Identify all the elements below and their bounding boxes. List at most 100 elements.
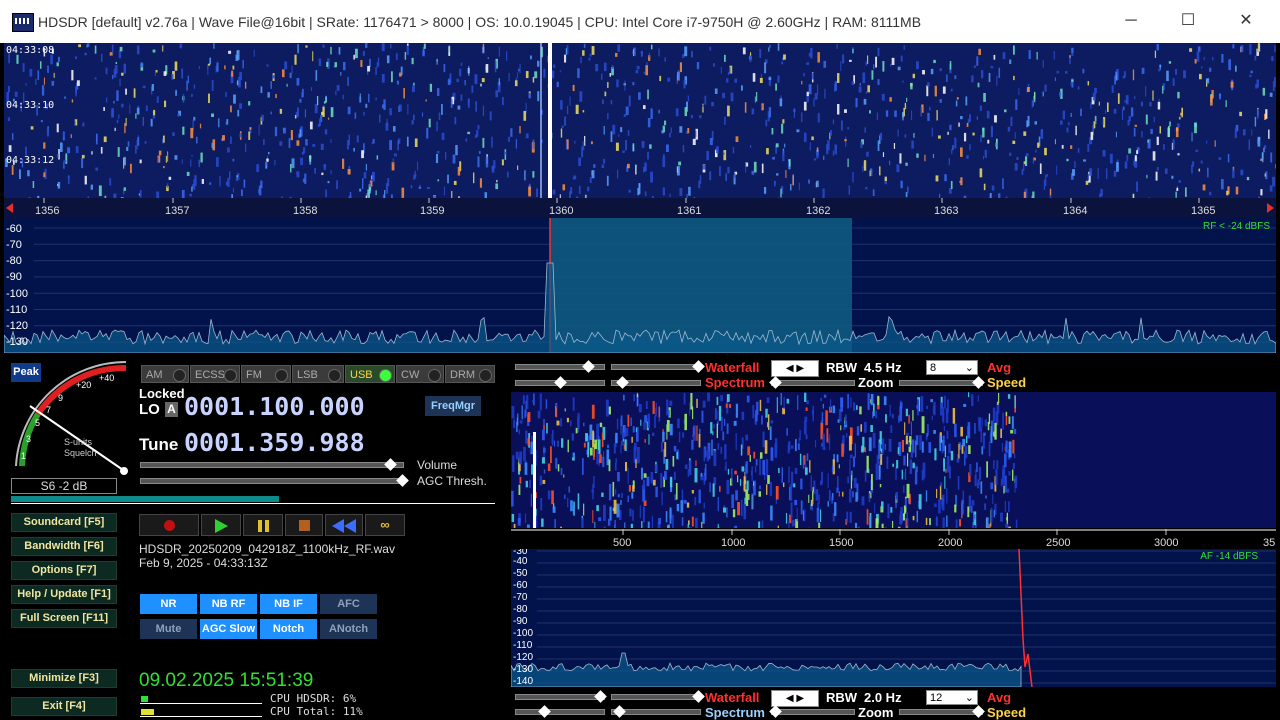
af-speed-slider[interactable] — [899, 709, 983, 715]
maximize-window-button[interactable]: ☐ — [1165, 6, 1211, 36]
mode-usb-button[interactable]: USB — [345, 365, 395, 383]
s-meter-reading: S6 -2 dB — [11, 478, 117, 494]
af-avg-label: Avg — [987, 690, 1012, 705]
mode-cw-button[interactable]: CW — [396, 365, 444, 383]
squelch-caption: Squelch — [64, 448, 97, 458]
agc-slow-button[interactable]: AGC Slow — [200, 619, 257, 639]
record-button[interactable] — [139, 514, 199, 536]
volume-slider[interactable] — [140, 462, 404, 468]
af-avg-select[interactable]: 12 ⌄ — [926, 690, 978, 705]
minimize-window-button[interactable]: ─ — [1108, 6, 1154, 36]
af-db-label: -70 — [513, 592, 528, 603]
bandwidth-button[interactable]: Bandwidth [F6] — [11, 537, 117, 556]
avg-select[interactable]: 8 ⌄ — [926, 360, 978, 375]
slider-knob[interactable] — [616, 376, 629, 389]
nr-button[interactable]: NR — [140, 594, 197, 614]
af-waterfall-range-slider[interactable] — [611, 694, 701, 700]
waterfall-range-slider[interactable] — [611, 364, 701, 370]
mute-button[interactable]: Mute — [140, 619, 197, 639]
s-scale-label: 5 — [35, 418, 41, 428]
rbw-stepper[interactable]: ◀ ▶ — [771, 360, 819, 377]
db-label: -90 — [6, 271, 22, 283]
rbw-value: 4.5 Hz — [864, 360, 902, 375]
waterfall-timestamp: 04:33:08 — [6, 45, 55, 56]
loop-icon: ∞ — [380, 517, 390, 532]
lo-frequency[interactable]: 0001.100.000 — [184, 392, 365, 421]
s-scale-label: 1 — [21, 451, 27, 461]
af-tick: 2000 — [938, 537, 963, 549]
close-window-button[interactable]: ✕ — [1223, 6, 1269, 36]
rf-waterfall[interactable]: 04:33:08 04:33:10 04:33:12 — [4, 43, 1276, 198]
stop-button[interactable] — [285, 514, 323, 536]
db-label: -130 — [6, 336, 29, 348]
slider-knob[interactable] — [972, 376, 985, 389]
slider-knob[interactable] — [594, 690, 607, 703]
af-db-label: -90 — [513, 616, 528, 627]
af-db-label: -50 — [513, 568, 528, 579]
volume-slider-knob[interactable] — [384, 458, 397, 471]
full-screen-button[interactable]: Full Screen [F11] — [11, 609, 117, 628]
slider-knob[interactable] — [692, 690, 705, 703]
rewind-button[interactable] — [325, 514, 363, 536]
anotch-button[interactable]: ANotch — [320, 619, 377, 639]
slider-knob[interactable] — [972, 705, 985, 718]
slider-knob[interactable] — [769, 705, 782, 718]
options-button[interactable]: Options [F7] — [11, 561, 117, 580]
s-scale-label: +40 — [99, 373, 115, 383]
mode-ecss-button[interactable]: ECSS — [190, 365, 240, 383]
cpu-hdsdr-bar — [140, 695, 262, 704]
zoom-slider[interactable] — [771, 380, 855, 386]
db-label: -60 — [6, 223, 22, 235]
play-icon — [215, 519, 228, 533]
af-frequency-axis[interactable]: 500 1000 1500 2000 2500 3000 35 — [511, 529, 1276, 549]
slider-knob[interactable] — [769, 376, 782, 389]
lo-label: LO — [139, 401, 160, 418]
play-button[interactable] — [201, 514, 241, 536]
rf-spectrum[interactable]: -60 -70 -80 -90 -100 -110 -120 -130 RF <… — [4, 218, 1276, 353]
minimize-app-button[interactable]: Minimize [F3] — [11, 669, 117, 688]
af-zoom-slider[interactable] — [771, 709, 855, 715]
exit-button[interactable]: Exit [F4] — [11, 697, 117, 716]
lo-bank-button[interactable]: A — [165, 402, 178, 417]
help-update-button[interactable]: Help / Update [F1] — [11, 585, 117, 604]
mode-label: USB — [350, 369, 373, 381]
rf-frequency-axis[interactable]: 1356 1357 1358 1359 1360 1361 1362 1363 … — [4, 198, 1276, 218]
mode-drm-button[interactable]: DRM — [445, 365, 495, 383]
mode-am-button[interactable]: AM — [141, 365, 189, 383]
af-spectrum[interactable]: -30 -40 -50 -60 -70 -80 -90 -100 -110 -1… — [511, 549, 1276, 687]
agc-threshold-slider-knob[interactable] — [396, 474, 409, 487]
title-bar: HDSDR [default] v2.76a | Wave File@16bit… — [0, 0, 1280, 43]
afc-button[interactable]: AFC — [320, 594, 377, 614]
agc-threshold-slider[interactable] — [140, 478, 404, 484]
nb-if-button[interactable]: NB IF — [260, 594, 317, 614]
mode-led-icon — [428, 369, 441, 382]
af-waterfall[interactable] — [511, 392, 1276, 528]
tune-frequency[interactable]: 0001.359.988 — [184, 428, 365, 457]
pause-button[interactable] — [243, 514, 283, 536]
speed-slider[interactable] — [899, 380, 983, 386]
pause-icon-bar — [265, 520, 269, 532]
app-icon — [12, 13, 34, 32]
mode-label: LSB — [297, 369, 318, 381]
mode-lsb-button[interactable]: LSB — [292, 365, 344, 383]
s-units-caption: S-units — [64, 437, 93, 447]
soundcard-button[interactable]: Soundcard [F5] — [11, 513, 117, 532]
slider-knob[interactable] — [538, 705, 551, 718]
mode-fm-button[interactable]: FM — [241, 365, 291, 383]
freqmgr-button[interactable]: FreqMgr — [425, 396, 481, 416]
af-tick: 35 — [1263, 537, 1276, 549]
af-avg-value: 12 — [930, 692, 943, 704]
loop-button[interactable]: ∞ — [365, 514, 405, 536]
slider-knob[interactable] — [582, 360, 595, 373]
notch-button[interactable]: Notch — [260, 619, 317, 639]
slider-knob[interactable] — [692, 360, 705, 373]
af-rbw-stepper[interactable]: ◀ ▶ — [771, 690, 819, 707]
nb-rf-button[interactable]: NB RF — [200, 594, 257, 614]
mode-led-icon — [275, 369, 288, 382]
slider-knob[interactable] — [613, 705, 626, 718]
af-waterfall-contrast-slider[interactable] — [515, 694, 605, 700]
mode-label: AM — [146, 369, 163, 381]
cpu-total-bar — [140, 708, 262, 717]
af-spectrum-contrast-slider[interactable] — [515, 709, 605, 715]
slider-knob[interactable] — [554, 376, 567, 389]
